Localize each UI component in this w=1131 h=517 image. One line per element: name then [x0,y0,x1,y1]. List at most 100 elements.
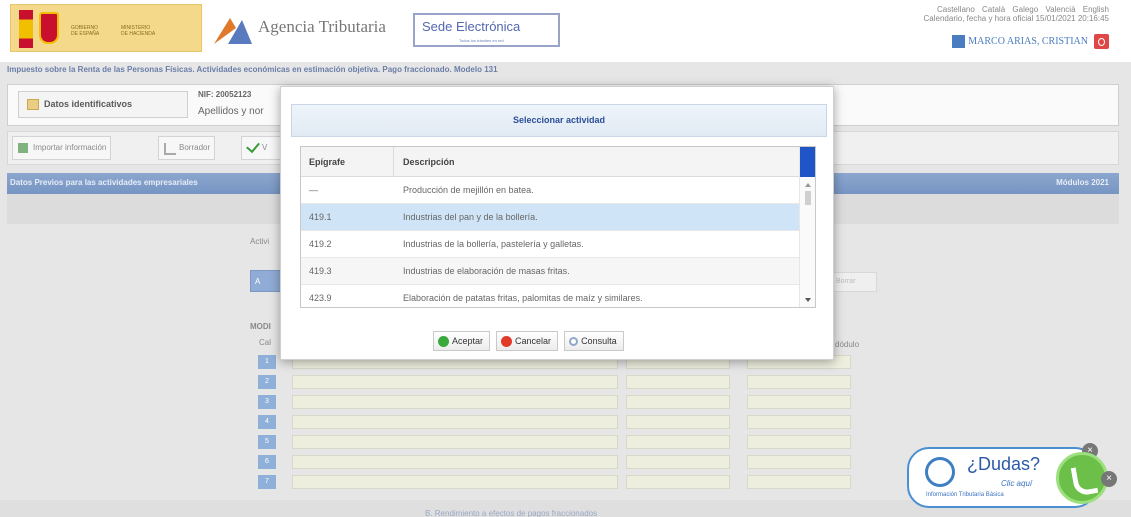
help-question: ¿Dudas? [967,454,1041,474]
table-cell[interactable] [747,375,851,389]
table-cell[interactable] [626,415,730,429]
activity-grid: Epígrafe Descripción — Producción de mej… [300,146,816,308]
language-links: Castellano Català Galego Valencià Englis… [924,5,1109,23]
activity-row[interactable]: 419.3 Industrias de elaboración de masas… [301,258,799,285]
table-cell[interactable] [626,395,730,409]
cancel-label: Cancelar [515,336,552,346]
activity-row[interactable]: 419.2 Industrias de la bollería, pastele… [301,231,799,258]
activity-description: Industrias de la bollería, pastelería y … [403,239,584,249]
user-icon [952,35,966,48]
activity-description: Producción de mejillón en batea. [403,185,534,195]
nif-label: NIF: 20052123 [198,90,252,99]
row-number-7: 7 [258,475,276,489]
table-cell[interactable] [292,395,618,409]
table-cell[interactable] [292,455,618,469]
app-window: GOBIERNO DE ESPAÑA MINISTERIO DE HACIENDA … [0,0,1131,517]
table-cell[interactable] [747,415,851,429]
lang-link-catala[interactable]: Català [982,5,1005,14]
activity-label: Activi [250,237,270,246]
scroll-up-arrow-icon[interactable] [805,183,811,187]
table-cell[interactable] [747,475,851,489]
table-cell[interactable] [292,415,618,429]
activity-description: Industrias del pan y de la bollería. [403,212,538,222]
datos-identificativos-label: Datos identificativos [44,99,133,109]
check-icon [438,335,449,347]
activity-row[interactable]: 423.9 Elaboración de patatas fritas, pal… [301,285,799,307]
activity-code: 419.2 [309,239,332,249]
agencia-tributaria-logo-icon[interactable] [212,12,254,46]
add-activity-button[interactable]: A [250,270,282,292]
official-date[interactable]: Calendario, fecha y hora oficial 15/01/2… [924,14,1109,23]
validate-button[interactable]: V [241,136,281,160]
lang-link-castellano[interactable]: Castellano [937,5,975,14]
agency-name: Agencia Tributaria [258,17,386,36]
table-cell[interactable] [747,395,851,409]
sede-subtitle: Todos los trámites en red [459,38,504,43]
query-label: Consulta [581,336,617,346]
table-cell[interactable] [292,475,618,489]
footer-section-title: B. Rendimiento a efectos de pagos fracci… [425,509,598,517]
column-header-epigrafe[interactable]: Epígrafe [309,157,345,167]
government-logo[interactable]: GOBIERNO DE ESPAÑA MINISTERIO DE HACIENDA [10,4,202,52]
import-button[interactable]: Importar información [12,136,112,160]
table-cell[interactable] [292,375,618,389]
modules-label: MODI [250,322,271,331]
dialog-title: Seleccionar actividad [291,104,827,137]
name-label: Apellidos y nor [198,106,264,117]
cancel-button[interactable]: Cancelar [496,331,559,351]
row-number-5: 5 [258,435,276,449]
activity-row[interactable]: — Producción de mejillón en batea. [301,177,799,204]
coat-of-arms-icon [39,12,59,44]
column-header-descripcion[interactable]: Descripción [403,157,455,167]
section-year: Módulos 2021 [1056,178,1109,187]
accept-button[interactable]: Aceptar [433,331,491,351]
activity-code: — [309,185,318,195]
table-cell[interactable] [626,475,730,489]
grid-header: Epígrafe Descripción [301,147,799,177]
magnifier-icon [569,336,579,346]
page-breadcrumb: Impuesto sobre la Renta de las Personas … [7,65,498,74]
draft-button[interactable]: Borrador [158,136,216,160]
section-title: Datos Previos para las actividades empre… [10,178,198,187]
column-label-module: dódulo [835,340,860,349]
activity-code: 423.9 [309,293,332,303]
activity-code: 419.3 [309,266,332,276]
table-cell[interactable] [292,435,618,449]
grid-scrollbar[interactable] [799,147,815,307]
sede-title: Sede Electrónica [422,19,521,34]
lang-link-english[interactable]: English [1083,5,1109,14]
table-cell[interactable] [747,435,851,449]
table-cell[interactable] [747,455,851,469]
lang-link-valencia[interactable]: Valencià [1045,5,1075,14]
assistant-face-icon [925,457,955,487]
scrollbar-thumb[interactable] [805,191,811,205]
table-cell[interactable] [626,455,730,469]
help-click-label: Clic aquí [1001,479,1033,488]
spain-flag-icon [19,10,33,48]
row-number-3: 3 [258,395,276,409]
activity-row-selected[interactable]: 419.1 Industrias del pan y de la bollerí… [301,204,799,231]
row-number-4: 4 [258,415,276,429]
datos-identificativos-button[interactable]: Datos identificativos [18,91,188,118]
query-button[interactable]: Consulta [564,331,624,351]
close-phone-icon[interactable]: × [1101,471,1117,487]
dialog-buttons: Aceptar Cancelar Consulta [433,331,630,351]
scrollbar-header-block [800,147,815,177]
row-number-1: 1 [258,355,276,369]
activity-description: Industrias de elaboración de masas frita… [403,266,570,276]
table-cell[interactable] [626,375,730,389]
scroll-down-arrow-icon[interactable] [805,298,811,302]
logout-icon[interactable] [1094,34,1109,49]
table-cell[interactable] [626,435,730,449]
lang-link-galego[interactable]: Galego [1012,5,1038,14]
cancel-icon [501,335,513,347]
accept-label: Aceptar [452,336,484,346]
user-name[interactable]: MARCO ARIAS, CRISTIAN [968,36,1088,47]
column-label: Cal [259,338,272,347]
select-activity-dialog: Seleccionar actividad Epígrafe Descripci… [280,86,834,360]
sede-electronica-link[interactable]: Sede Electrónica Todos los trámites en r… [413,13,560,47]
row-number-2: 2 [258,375,276,389]
activity-description: Elaboración de patatas fritas, palomitas… [403,293,643,303]
user-bar: MARCO ARIAS, CRISTIAN [952,33,1109,50]
activity-code: 419.1 [309,212,332,222]
